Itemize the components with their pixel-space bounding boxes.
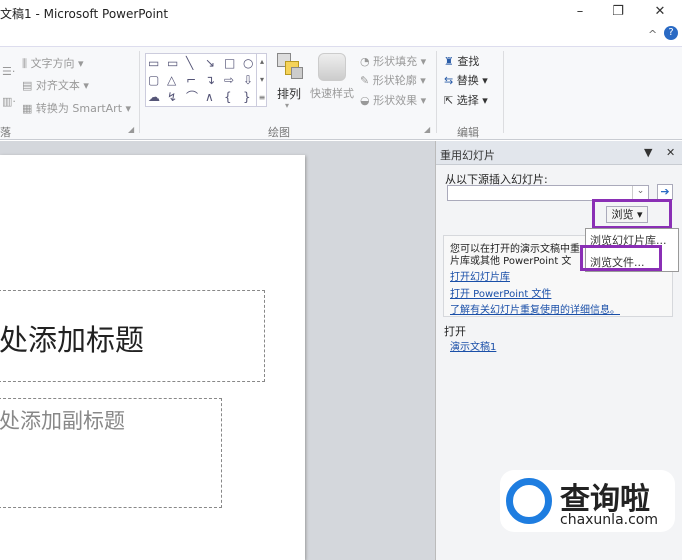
close-button[interactable]: ✕ <box>650 4 670 19</box>
find-label: 查找 <box>457 55 480 68</box>
shape-fill-label: 形状填充 <box>373 55 418 68</box>
subtitle-placeholder[interactable]: 处添加副标题 <box>0 398 222 508</box>
watermark-logo-icon <box>506 478 552 524</box>
watermark-url: chaxunla.com <box>560 512 658 528</box>
arrange-button[interactable]: 排列 <box>277 85 301 102</box>
browse-label: 浏览 <box>611 208 634 221</box>
columns-icon[interactable]: ▥· <box>2 95 16 108</box>
title-bar: 文稿1 - Microsoft PowerPoint – ❐ ✕ ^ ? <box>0 0 682 46</box>
go-arrow-button[interactable]: ➔ <box>657 184 673 200</box>
replace-button[interactable]: ⇆ 替换 ▾ <box>444 72 488 88</box>
collapse-ribbon-icon[interactable]: ^ <box>648 28 657 41</box>
convert-smartart-label: 转换为 SmartArt <box>35 102 123 115</box>
binoculars-icon: ♜ <box>444 55 454 68</box>
shape-fill-button[interactable]: ◔ 形状填充 ▾ <box>360 53 426 69</box>
editing-group-label: 编辑 <box>457 126 479 139</box>
pane-title: 重用幻灯片 <box>440 149 495 162</box>
title-placeholder-text: 处添加标题 <box>0 323 145 357</box>
subtitle-placeholder-text: 处添加副标题 <box>0 409 125 433</box>
info-text-line2: 片库或其他 PowerPoint 文 <box>450 256 572 267</box>
open-library-link[interactable]: 打开幻灯片库 <box>450 268 510 283</box>
line-shape-icon[interactable]: ╲ <box>186 55 205 72</box>
drawing-group-label: 绘图 <box>268 126 290 139</box>
paragraph-group-label: 落 <box>0 126 11 139</box>
rounded-rectangle-shape-icon[interactable]: ▢ <box>148 72 167 89</box>
restore-button[interactable]: ❐ <box>608 4 628 19</box>
learn-more-link[interactable]: 了解有关幻灯片重复使用的详细信息。 <box>450 301 620 316</box>
select-label: 选择 <box>456 94 479 107</box>
text-direction-label: 文字方向 <box>30 57 75 70</box>
shape-effects-button[interactable]: ◒ 形状效果 ▾ <box>360 92 426 108</box>
align-text-button[interactable]: ▤ 对齐文本 ▾ <box>22 77 89 93</box>
convert-smartart-button[interactable]: ▦ 转换为 SmartArt ▾ <box>22 100 131 116</box>
right-arrow-shape-icon[interactable]: ⇨ <box>224 72 243 89</box>
rectangle-shape-icon[interactable]: □ <box>224 55 243 72</box>
freeform-shape-icon[interactable]: ∧ <box>205 89 224 106</box>
quick-styles-icon <box>318 53 346 81</box>
vertical-textbox-shape-icon[interactable]: ▭ <box>167 55 186 72</box>
cloud-shape-icon[interactable]: ☁ <box>148 89 167 106</box>
pane-options-icon[interactable]: ▼ <box>644 146 652 159</box>
elbow-connector-shape-icon[interactable]: ⌐ <box>186 72 205 89</box>
replace-icon: ⇆ <box>444 74 454 87</box>
shape-outline-button[interactable]: ✎ 形状轮廓 ▾ <box>360 72 426 88</box>
find-button[interactable]: ♜ 查找 <box>444 53 479 69</box>
dialog-launcher-icon[interactable]: ◢ <box>424 125 430 134</box>
bullets-icon[interactable]: ☰· <box>2 65 15 78</box>
select-button[interactable]: ⇱ 选择 ▾ <box>444 92 488 108</box>
browse-button[interactable]: 浏览 ▾ <box>606 206 648 223</box>
open-heading: 打开 <box>444 325 466 338</box>
textbox-shape-icon[interactable]: ▭ <box>148 55 167 72</box>
title-placeholder[interactable]: 处添加标题 <box>0 290 265 382</box>
ribbon: ☰· ▥· ⫼ 文字方向 ▾ ▤ 对齐文本 ▾ ▦ 转换为 SmartArt ▾… <box>0 46 682 140</box>
shape-effects-label: 形状效果 <box>373 94 418 107</box>
quick-styles-button[interactable]: 快速样式 <box>310 85 354 101</box>
dialog-launcher-icon[interactable]: ◢ <box>128 125 134 134</box>
text-direction-button[interactable]: ⫼ 文字方向 ▾ <box>22 55 84 71</box>
arc-shape-icon[interactable]: ⌒ <box>186 89 205 106</box>
pane-close-icon[interactable]: ✕ <box>666 146 675 159</box>
cursor-icon: ⇱ <box>444 94 454 107</box>
chevron-down-icon: ▾ <box>285 101 290 110</box>
shape-outline-label: 形状轮廓 <box>372 74 417 87</box>
help-icon[interactable]: ? <box>664 26 678 40</box>
align-text-label: 对齐文本 <box>35 79 80 92</box>
left-brace-shape-icon[interactable]: { <box>224 89 243 106</box>
open-presentation-link[interactable]: 演示文稿1 <box>450 338 496 353</box>
watermark: 查询啦 chaxunla.com <box>500 470 675 532</box>
minimize-button[interactable]: – <box>570 4 590 19</box>
highlight-box <box>580 245 662 271</box>
open-file-link[interactable]: 打开 PowerPoint 文件 <box>450 285 551 300</box>
slide[interactable]: 处添加标题 处添加副标题 <box>0 155 305 560</box>
arrange-icon <box>277 53 303 81</box>
lightning-shape-icon[interactable]: ↯ <box>167 89 186 106</box>
arrow-line-shape-icon[interactable]: ↘ <box>205 55 224 72</box>
triangle-shape-icon[interactable]: △ <box>167 72 186 89</box>
elbow-arrow-shape-icon[interactable]: ↴ <box>205 72 224 89</box>
shapes-gallery[interactable]: ▭ ▭ ╲ ↘ □ ○ ▢ △ ⌐ ↴ ⇨ ⇩ ☁ ↯ ⌒ ∧ { } <box>145 53 267 107</box>
chevron-down-icon[interactable]: ⌄ <box>632 186 648 200</box>
gallery-scroll[interactable]: ▴ ▾ ≡ <box>256 53 267 107</box>
window-title: 文稿1 - Microsoft PowerPoint <box>0 7 169 21</box>
replace-label: 替换 <box>456 74 479 87</box>
